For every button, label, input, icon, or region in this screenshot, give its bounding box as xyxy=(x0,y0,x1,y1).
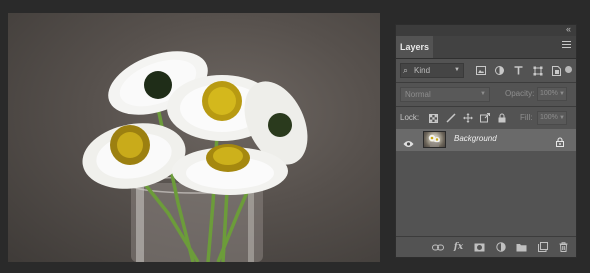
search-icon: ⌕ xyxy=(403,65,409,75)
layer-filter-row: ⌕ Kind ▼ xyxy=(400,63,572,79)
opacity-value: 100% xyxy=(540,90,558,97)
chevron-down-icon: ▼ xyxy=(480,91,486,97)
canvas-photo xyxy=(82,51,308,262)
chevron-down-icon: ▼ xyxy=(559,91,565,97)
document-canvas[interactable] xyxy=(8,13,380,262)
layer-row-background[interactable]: Background xyxy=(396,129,576,151)
lock-image-pixels-icon[interactable] xyxy=(442,111,459,125)
link-layers-icon[interactable] xyxy=(427,240,448,254)
lock-all-icon[interactable] xyxy=(493,111,510,125)
collapse-panel-button[interactable]: ‹‹ xyxy=(566,24,571,34)
layers-panel: ‹‹ Layers ⌕ Kind ▼ Normal ▼ Opacity: 100… xyxy=(395,24,577,258)
new-group-icon[interactable] xyxy=(511,240,532,254)
panel-title-bar: ‹‹ xyxy=(396,24,576,36)
prevent-autonest-icon[interactable] xyxy=(476,111,493,125)
new-layer-icon[interactable] xyxy=(532,240,553,254)
filter-kind-dropdown[interactable]: ⌕ Kind ▼ xyxy=(400,63,464,78)
blend-mode-dropdown[interactable]: Normal ▼ xyxy=(400,87,490,102)
adjustment-layer-icon[interactable] xyxy=(490,240,511,254)
divider xyxy=(396,82,576,83)
fill-field[interactable]: 100% ▼ xyxy=(537,111,567,125)
visibility-eye-icon[interactable] xyxy=(403,135,414,153)
layer-mask-icon[interactable] xyxy=(469,240,490,254)
layer-locked-icon[interactable] xyxy=(556,134,564,152)
chevron-down-icon: ▼ xyxy=(454,67,460,73)
lock-row: Lock: Fill: 100% ▼ xyxy=(400,111,572,127)
type-layer-filter-icon[interactable] xyxy=(509,63,528,78)
fill-label: Fill: xyxy=(520,113,533,122)
lock-transparent-pixels-icon[interactable] xyxy=(425,111,442,125)
chevron-down-icon: ▼ xyxy=(559,115,565,121)
filter-toggle-switch[interactable] xyxy=(565,66,572,73)
smart-object-filter-icon[interactable] xyxy=(547,63,566,78)
panel-bottom-toolbar: fx xyxy=(396,236,576,257)
hamburger-menu-icon[interactable] xyxy=(562,41,571,50)
adjustment-layer-filter-icon[interactable] xyxy=(490,63,509,78)
divider xyxy=(396,106,576,107)
layer-name[interactable]: Background xyxy=(454,134,497,143)
filter-kind-label: Kind xyxy=(414,66,431,75)
fx-icon[interactable]: fx xyxy=(448,240,469,254)
delete-layer-icon[interactable] xyxy=(553,240,574,254)
lock-position-icon[interactable] xyxy=(459,111,476,125)
pixel-layer-filter-icon[interactable] xyxy=(471,63,490,78)
shape-layer-filter-icon[interactable] xyxy=(528,63,547,78)
tab-layers[interactable]: Layers xyxy=(396,36,433,58)
layer-thumbnail[interactable] xyxy=(423,131,446,148)
opacity-field[interactable]: 100% ▼ xyxy=(537,87,567,101)
blend-row: Normal ▼ Opacity: 100% ▼ xyxy=(400,87,572,103)
fill-value: 100% xyxy=(540,114,558,121)
lock-label: Lock: xyxy=(400,113,420,122)
panel-tab-bar: Layers xyxy=(396,36,576,59)
opacity-label: Opacity: xyxy=(505,89,535,98)
blend-mode-value: Normal xyxy=(405,90,431,99)
